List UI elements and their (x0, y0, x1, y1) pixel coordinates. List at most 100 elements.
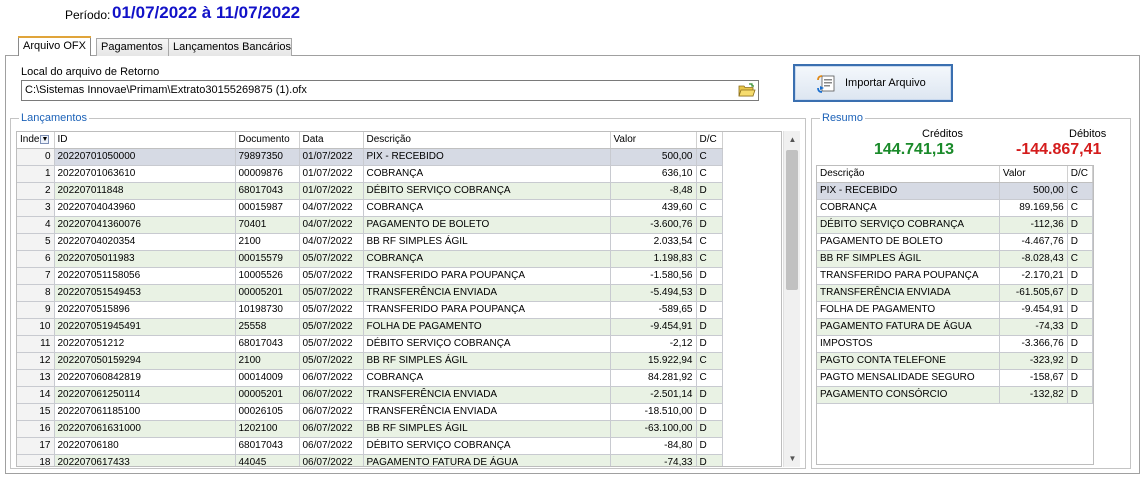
resumo-cell-valor[interactable]: -158,67 (999, 369, 1068, 387)
cell-dc[interactable]: D (696, 216, 723, 234)
cell-index[interactable]: 7 (17, 267, 55, 285)
cell-descricao[interactable]: DÉBITO SERVIÇO COBRANÇA (363, 335, 611, 353)
cell-valor[interactable]: 1.198,83 (610, 250, 697, 268)
cell-data[interactable]: 06/07/2022 (299, 420, 364, 438)
cell-dc[interactable]: C (696, 352, 723, 370)
cell-dc[interactable]: D (696, 403, 723, 421)
cell-valor[interactable]: -9.454,91 (610, 318, 697, 336)
scroll-thumb[interactable] (786, 150, 798, 290)
cell-descricao[interactable]: BB RF SIMPLES ÁGIL (363, 420, 611, 438)
cell-id[interactable]: 20220706180 (54, 437, 236, 455)
folder-open-icon[interactable] (738, 83, 756, 98)
cell-index[interactable]: 9 (17, 301, 55, 319)
table-row[interactable]: 15 202207061185100 00026105 06/07/2022 TRANS… (17, 403, 723, 421)
table-row[interactable]: 16 202207061631000 1202100 06/07/2022 BB RF … (17, 420, 723, 438)
cell-index[interactable]: 17 (17, 437, 55, 455)
resumo-cell-dc[interactable]: D (1067, 318, 1093, 336)
cell-dc[interactable]: C (696, 148, 723, 166)
resumo-cell-valor[interactable]: -132,82 (999, 386, 1068, 404)
cell-data[interactable]: 06/07/2022 (299, 403, 364, 421)
cell-documento[interactable]: 10198730 (235, 301, 300, 319)
table-row[interactable]: PIX - RECEBIDO 500,00 C (817, 182, 1093, 200)
cell-index[interactable]: 8 (17, 284, 55, 302)
cell-valor[interactable]: -2,12 (610, 335, 697, 353)
cell-documento[interactable]: 68017043 (235, 437, 300, 455)
cell-documento[interactable]: 00015579 (235, 250, 300, 268)
cell-valor[interactable]: -8,48 (610, 182, 697, 200)
cell-data[interactable]: 01/07/2022 (299, 148, 364, 166)
cell-dc[interactable]: D (696, 318, 723, 336)
tab-lancamentos-bancarios[interactable]: Lançamentos Bancários (168, 38, 292, 56)
resumo-cell-valor[interactable]: -2.170,21 (999, 267, 1068, 285)
cell-id[interactable]: 202207060842819 (54, 369, 236, 387)
table-row[interactable]: IMPOSTOS -3.366,76 D (817, 335, 1093, 353)
cell-dc[interactable]: D (696, 284, 723, 302)
col-header-documento[interactable]: Documento (235, 132, 300, 149)
cell-descricao[interactable]: COBRANÇA (363, 369, 611, 387)
cell-dc[interactable]: D (696, 437, 723, 455)
file-path-field[interactable]: C:\Sistemas Innovae\Primam\Extrato301552… (21, 80, 759, 101)
table-row[interactable]: FOLHA DE PAGAMENTO -9.454,91 D (817, 301, 1093, 319)
resumo-cell-dc[interactable]: D (1067, 216, 1093, 234)
cell-id[interactable]: 202207041360076 (54, 216, 236, 234)
table-row[interactable]: 11 202207051212 68017043 05/07/2022 DÉBITO S… (17, 335, 723, 353)
resumo-cell-valor[interactable]: 89.169,56 (999, 199, 1068, 217)
resumo-col-dc[interactable]: D/C (1067, 166, 1093, 183)
resumo-cell-dc[interactable]: D (1067, 284, 1093, 302)
cell-id[interactable]: 2022070617433 (54, 454, 236, 466)
resumo-cell-descricao[interactable]: PAGTO MENSALIDADE SEGURO (817, 369, 1000, 387)
table-row[interactable]: 13 202207060842819 00014009 06/07/2022 COBRA… (17, 369, 723, 387)
cell-valor[interactable]: 500,00 (610, 148, 697, 166)
resumo-cell-valor[interactable]: -3.366,76 (999, 335, 1068, 353)
cell-descricao[interactable]: FOLHA DE PAGAMENTO (363, 318, 611, 336)
scroll-down-icon[interactable]: ▼ (784, 450, 801, 467)
cell-descricao[interactable]: BB RF SIMPLES ÁGIL (363, 352, 611, 370)
cell-id[interactable]: 20220701050000 (54, 148, 236, 166)
scroll-up-icon[interactable]: ▲ (784, 131, 801, 148)
cell-data[interactable]: 04/07/2022 (299, 233, 364, 251)
cell-data[interactable]: 04/07/2022 (299, 216, 364, 234)
table-row[interactable]: PAGAMENTO DE BOLETO -4.467,76 D (817, 233, 1093, 251)
resumo-cell-dc[interactable]: D (1067, 386, 1093, 404)
filter-icon[interactable]: ▼ (40, 135, 50, 145)
cell-descricao[interactable]: TRANSFERIDO PARA POUPANÇA (363, 301, 611, 319)
cell-data[interactable]: 01/07/2022 (299, 182, 364, 200)
cell-documento[interactable]: 79897350 (235, 148, 300, 166)
cell-index[interactable]: 18 (17, 454, 55, 466)
cell-valor[interactable]: -74,33 (610, 454, 697, 466)
cell-dc[interactable]: C (696, 199, 723, 217)
cell-descricao[interactable]: TRANSFERÊNCIA ENVIADA (363, 386, 611, 404)
cell-id[interactable]: 202207061250114 (54, 386, 236, 404)
cell-documento[interactable]: 1202100 (235, 420, 300, 438)
cell-dc[interactable]: D (696, 267, 723, 285)
cell-valor[interactable]: -1.580,56 (610, 267, 697, 285)
cell-documento[interactable]: 25558 (235, 318, 300, 336)
cell-documento[interactable]: 00026105 (235, 403, 300, 421)
cell-documento[interactable]: 2100 (235, 233, 300, 251)
table-row[interactable]: 9 2022070515896 10198730 05/07/2022 TRANSFER… (17, 301, 723, 319)
resumo-cell-valor[interactable]: -74,33 (999, 318, 1068, 336)
table-row[interactable]: DÉBITO SERVIÇO COBRANÇA -112,36 D (817, 216, 1093, 234)
cell-valor[interactable]: -84,80 (610, 437, 697, 455)
cell-documento[interactable]: 10005526 (235, 267, 300, 285)
cell-index[interactable]: 14 (17, 386, 55, 404)
cell-descricao[interactable]: BB RF SIMPLES ÁGIL (363, 233, 611, 251)
cell-index[interactable]: 13 (17, 369, 55, 387)
cell-data[interactable]: 04/07/2022 (299, 199, 364, 217)
table-row[interactable]: TRANSFERÊNCIA ENVIADA -61.505,67 D (817, 284, 1093, 302)
cell-descricao[interactable]: COBRANÇA (363, 165, 611, 183)
table-row[interactable]: 7 202207051158056 10005526 05/07/2022 TRANSF… (17, 267, 723, 285)
cell-data[interactable]: 06/07/2022 (299, 369, 364, 387)
resumo-cell-dc[interactable]: D (1067, 369, 1093, 387)
cell-data[interactable]: 06/07/2022 (299, 386, 364, 404)
cell-id[interactable]: 20220705011983 (54, 250, 236, 268)
cell-id[interactable]: 20220701063610 (54, 165, 236, 183)
table-row[interactable]: 17 20220706180 68017043 06/07/2022 DÉBITO SE… (17, 437, 723, 455)
resumo-cell-valor[interactable]: -61.505,67 (999, 284, 1068, 302)
resumo-cell-dc[interactable]: D (1067, 301, 1093, 319)
cell-data[interactable]: 01/07/2022 (299, 165, 364, 183)
cell-documento[interactable]: 00005201 (235, 284, 300, 302)
cell-data[interactable]: 06/07/2022 (299, 437, 364, 455)
resumo-cell-valor[interactable]: 500,00 (999, 182, 1068, 200)
table-row[interactable]: 8 202207051549453 00005201 05/07/2022 TRANSF… (17, 284, 723, 302)
